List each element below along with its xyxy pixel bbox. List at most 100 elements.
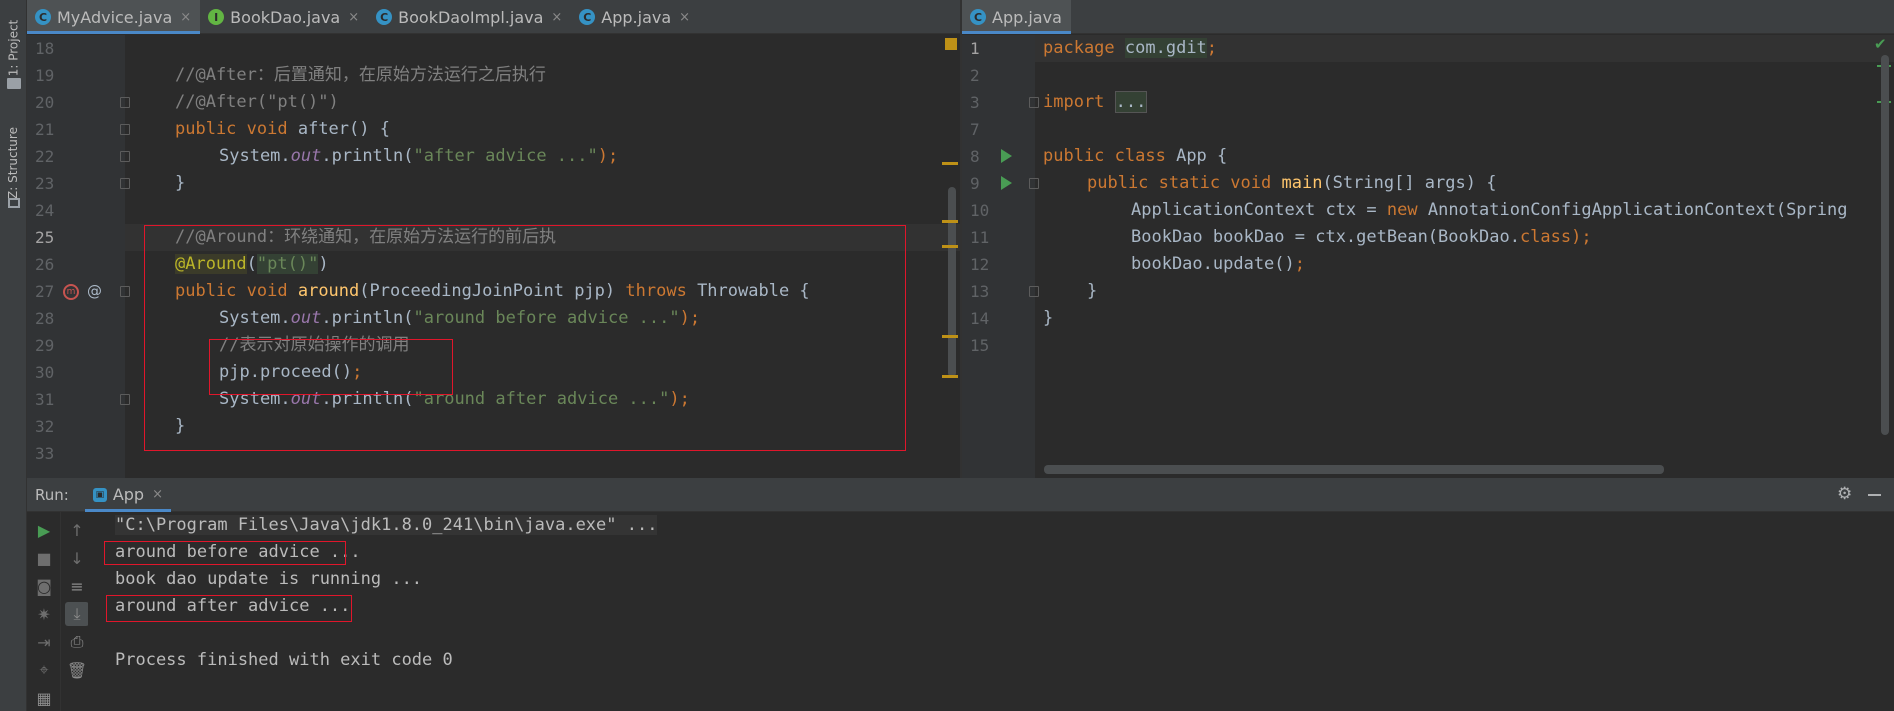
settings-gear-icon[interactable]: ⚙ xyxy=(1837,484,1852,504)
tab-label: BookDao.java xyxy=(230,7,341,27)
console-output[interactable]: "C:\Program Files\Java\jdk1.8.0_241\bin\… xyxy=(88,512,1894,711)
scrollbar[interactable] xyxy=(948,187,956,377)
code-line-1: package com.gdit; xyxy=(1043,38,1218,58)
line-number: 3 xyxy=(970,93,980,112)
line-number: 33 xyxy=(35,444,55,463)
stop-icon[interactable]: ■ xyxy=(32,546,56,570)
code-line-12: bookDao.update(); xyxy=(1131,254,1306,274)
up-arrow-icon[interactable]: ↑ xyxy=(65,518,89,542)
run-tab-app[interactable]: ▣ App × xyxy=(84,478,172,512)
tab-bookdaoimpl[interactable]: C BookDaoImpl.java × xyxy=(368,0,571,34)
down-arrow-icon[interactable]: ↓ xyxy=(65,546,89,570)
run-tool-window: Run: ▣ App × ⚙ ▶ ■ ◙ ✷ ⇥ ⌖ ▦ ↑ ↓ ≡ ⤓ ⎙ 🗑… xyxy=(27,478,1894,711)
close-icon[interactable]: × xyxy=(551,10,562,25)
line-number: 32 xyxy=(35,417,55,436)
class-icon: C xyxy=(35,9,51,25)
line-number: 15 xyxy=(970,336,990,355)
rerun-icon[interactable]: ▶ xyxy=(32,518,56,542)
line-number: 1 xyxy=(970,39,980,58)
close-icon[interactable]: × xyxy=(180,10,191,25)
code-line-19: //@After：后置通知，在原始方法运行之后执行 xyxy=(175,65,546,85)
around-advice-highlight-box xyxy=(144,225,906,451)
annotation-at-icon: @ xyxy=(87,282,102,300)
error-stripe-marker[interactable] xyxy=(942,335,958,338)
code-area[interactable]: package com.gdit; import ... public clas… xyxy=(1035,35,1894,478)
scroll-to-end-icon[interactable]: ⤓ xyxy=(65,602,89,626)
code-line-14: } xyxy=(1043,308,1054,328)
code-line-23: } xyxy=(175,173,186,193)
line-number: 14 xyxy=(970,309,990,328)
right-editor-tabbar: C App.java xyxy=(962,0,1894,34)
line-number: 31 xyxy=(35,390,55,409)
tab-app[interactable]: C App.java × xyxy=(571,0,699,34)
error-stripe-marker[interactable] xyxy=(942,220,958,223)
close-icon[interactable]: × xyxy=(152,487,163,502)
error-stripe-marker[interactable] xyxy=(942,375,958,378)
camera-icon[interactable]: ◙ xyxy=(32,574,56,598)
line-gutter: 1 2 3 7 8 9 10 11 12 13 14 15 xyxy=(962,35,1039,478)
exit-icon[interactable]: ⇥ xyxy=(32,630,56,654)
run-main-icon[interactable] xyxy=(1001,176,1012,190)
horizontal-scrollbar[interactable] xyxy=(1044,465,1664,474)
line-number: 28 xyxy=(35,309,55,328)
left-tool-strip: 1: Project Z: Structure xyxy=(0,0,27,711)
line-number: 7 xyxy=(970,120,980,139)
code-line-10: ApplicationContext ctx = new AnnotationC… xyxy=(1131,200,1848,220)
line-number: 8 xyxy=(970,147,980,166)
run-class-icon[interactable] xyxy=(1001,149,1012,163)
console-line-update: book dao update is running ... xyxy=(115,569,423,589)
tab-myadvice[interactable]: C MyAdvice.java × xyxy=(27,0,201,34)
console-line-command: "C:\Program Files\Java\jdk1.8.0_241\bin\… xyxy=(115,515,658,535)
line-number: 22 xyxy=(35,147,55,166)
line-number: 25 xyxy=(35,228,55,247)
proceed-call-highlight-box xyxy=(209,339,453,395)
code-line-8: public class App { xyxy=(1043,146,1228,166)
structure-tab-label: Z: Structure xyxy=(6,126,20,199)
pin-icon[interactable]: ⌖ xyxy=(32,658,56,682)
class-icon: C xyxy=(579,9,596,25)
class-icon: C xyxy=(376,9,393,25)
tab-bookdao[interactable]: I BookDao.java × xyxy=(200,0,368,34)
implementing-method-icon[interactable]: m xyxy=(63,284,79,300)
run-header: Run: ▣ App × ⚙ xyxy=(27,478,1894,512)
warning-marker xyxy=(945,38,957,50)
error-stripe-marker[interactable] xyxy=(942,162,958,165)
soft-wrap-icon[interactable]: ≡ xyxy=(65,574,89,598)
trash-icon[interactable]: 🗑 xyxy=(65,658,89,682)
line-number: 23 xyxy=(35,174,55,193)
print-icon[interactable]: ⎙ xyxy=(65,630,89,654)
check-icon: ✔ xyxy=(1874,35,1887,53)
line-gutter: 18 19 20 21 22 23 24 25 26 27 28 29 30 3… xyxy=(27,35,130,478)
console-line-exit: Process finished with exit code 0 xyxy=(115,650,453,670)
class-icon: C xyxy=(970,9,986,25)
left-editor-tabbar: C MyAdvice.java × I BookDao.java × C Boo… xyxy=(27,0,960,34)
vertical-scrollbar[interactable] xyxy=(1881,55,1889,435)
line-number: 24 xyxy=(35,201,55,220)
project-tool-tab[interactable]: 1: Project xyxy=(2,8,24,88)
layout-icon[interactable]: ▦ xyxy=(32,686,56,710)
line-number: 13 xyxy=(970,282,990,301)
line-number: 11 xyxy=(970,228,990,247)
left-code-editor[interactable]: 18 19 20 21 22 23 24 25 26 27 28 29 30 3… xyxy=(27,35,960,478)
code-line-20: //@After("pt()") xyxy=(175,92,339,112)
code-area[interactable]: //@After：后置通知，在原始方法运行之后执行 //@After("pt()… xyxy=(125,35,960,478)
line-number: 19 xyxy=(35,66,55,85)
tab-app-right[interactable]: C App.java xyxy=(962,0,1071,34)
right-code-editor[interactable]: 1 2 3 7 8 9 10 11 12 13 14 15 package co… xyxy=(962,35,1894,478)
app-run-icon: ▣ xyxy=(92,487,107,502)
debug-icon[interactable]: ✷ xyxy=(32,602,56,626)
code-line-9: public static void main(String[] args) { xyxy=(1087,173,1497,193)
code-line-11: BookDao bookDao = ctx.getBean(BookDao.cl… xyxy=(1131,227,1592,247)
line-number: 2 xyxy=(970,66,980,85)
structure-tool-tab[interactable]: Z: Structure xyxy=(2,115,24,210)
close-icon[interactable]: × xyxy=(679,10,690,25)
error-stripe-marker[interactable] xyxy=(942,245,958,248)
code-line-13: } xyxy=(1087,281,1098,301)
code-line-21: public void after() { xyxy=(175,119,390,139)
after-output-highlight-box xyxy=(106,595,352,622)
minimize-icon[interactable] xyxy=(1868,494,1881,496)
close-icon[interactable]: × xyxy=(348,10,359,25)
line-number: 18 xyxy=(35,39,55,58)
line-number: 26 xyxy=(35,255,55,274)
